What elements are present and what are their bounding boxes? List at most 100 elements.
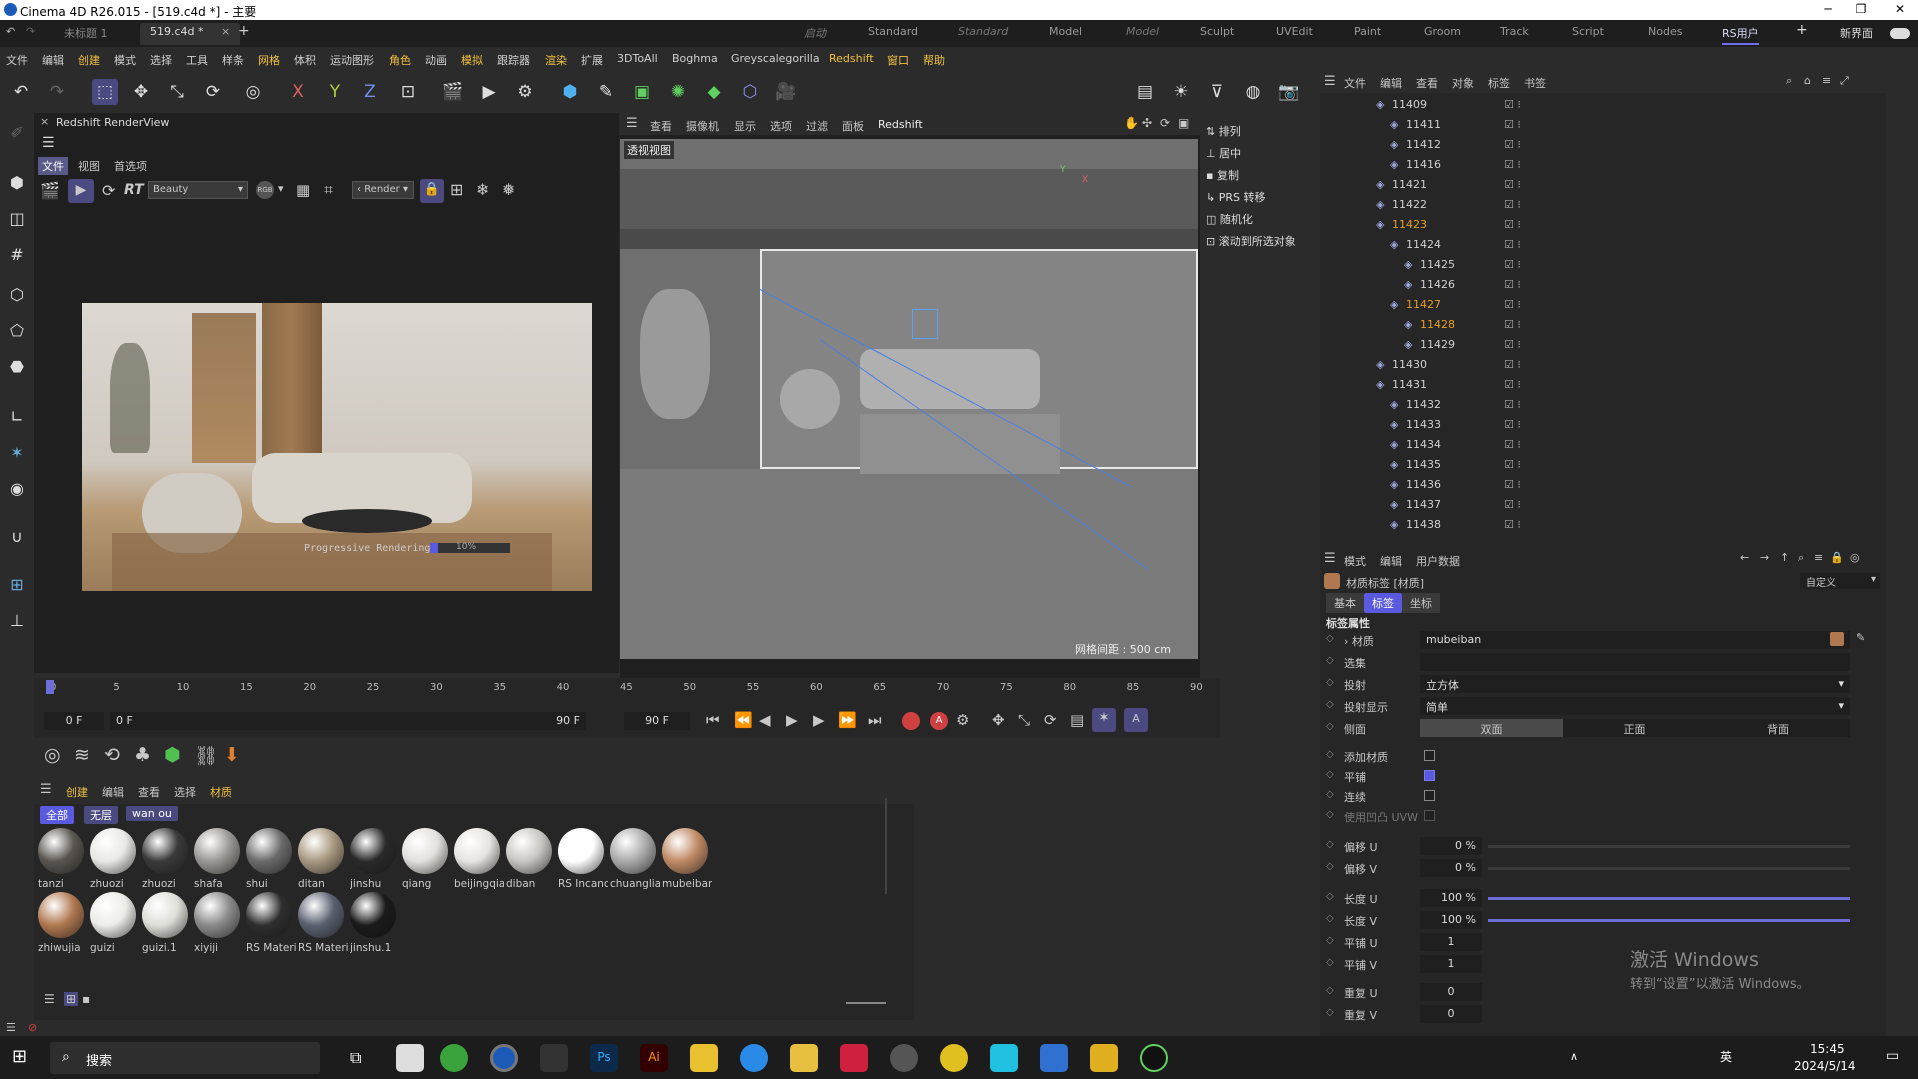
rs-ipr-icon[interactable]: ▤ xyxy=(1132,79,1158,105)
vp-menu-options[interactable]: 选项 xyxy=(770,118,792,134)
dolly-icon[interactable]: ✣ xyxy=(1142,116,1152,130)
visibility-icon[interactable]: ☑ ⁝ xyxy=(1504,518,1521,531)
add-layout-icon[interactable]: + xyxy=(1796,22,1808,38)
material-swatch[interactable]: RS Incande xyxy=(556,826,616,906)
object-row[interactable]: ◈ 11431 ☑ ⁝ xyxy=(1320,375,1886,395)
filter-all[interactable]: 全部 xyxy=(40,806,74,824)
viewport-menu-icon[interactable]: ☰ xyxy=(626,116,638,131)
menu-select[interactable]: 选择 xyxy=(150,52,172,68)
visibility-icon[interactable]: ☑ ⁝ xyxy=(1504,398,1521,411)
move-icon[interactable]: ✥ xyxy=(128,79,154,105)
grid-icon[interactable]: ⊞ xyxy=(450,180,463,199)
object-name[interactable]: 11423 xyxy=(1392,218,1427,231)
pen-icon[interactable]: ✎ xyxy=(593,79,619,105)
deformer-icon[interactable]: ◆ xyxy=(701,79,727,105)
vp-menu-panel[interactable]: 面板 xyxy=(842,118,864,134)
x-axis-icon[interactable]: X xyxy=(285,79,311,105)
visibility-icon[interactable]: ☑ ⁝ xyxy=(1504,418,1521,431)
maximize-view-icon[interactable]: ▣ xyxy=(1178,116,1189,130)
layout-groom[interactable]: Groom xyxy=(1424,25,1461,38)
redo-icon[interactable]: ↷ xyxy=(44,79,70,105)
grid-view-icon[interactable]: ⊞ xyxy=(64,992,79,1006)
edges-mode-icon[interactable]: ⬠ xyxy=(4,317,30,343)
key-position-icon[interactable]: ✥ xyxy=(992,711,1005,729)
expand-icon[interactable]: ⤢ xyxy=(1840,74,1849,88)
visibility-icon[interactable]: ☑ ⁝ xyxy=(1504,98,1521,111)
up-icon[interactable]: ↑ xyxy=(1780,551,1789,564)
attr-tab-basic[interactable]: 基本 xyxy=(1326,593,1364,613)
layout-paint[interactable]: Paint xyxy=(1354,25,1381,38)
material-swatch[interactable]: beijingqiar xyxy=(452,826,512,906)
object-row[interactable]: ◈ 11437 ☑ ⁝ xyxy=(1320,495,1886,515)
object-row[interactable]: ◈ 11412 ☑ ⁝ xyxy=(1320,135,1886,155)
rs-link-icon[interactable]: ⛓ xyxy=(194,744,218,767)
object-name[interactable]: 11427 xyxy=(1406,298,1441,311)
checker-icon[interactable]: ▦ xyxy=(296,181,310,199)
rs-sky-icon[interactable]: ≋ xyxy=(74,744,90,766)
grid-snap-icon[interactable]: ⊞ xyxy=(4,571,30,597)
material-swatch[interactable]: guizi.1 xyxy=(140,890,200,970)
keyframe-settings-icon[interactable]: ⚙ xyxy=(956,711,969,729)
offset-v-field[interactable]: 0 % xyxy=(1420,859,1482,877)
object-row[interactable]: ◈ 11436 ☑ ⁝ xyxy=(1320,475,1886,495)
object-row[interactable]: ◈ 11430 ☑ ⁝ xyxy=(1320,355,1886,375)
orbit-icon[interactable]: ⟳ xyxy=(1160,116,1170,130)
tiles-v-field[interactable]: 1 xyxy=(1420,955,1482,973)
timeline-ruler[interactable]: 051015202530354045505560657075808590 xyxy=(50,682,1203,698)
object-row[interactable]: ◈ 11409 ☑ ⁝ xyxy=(1320,95,1886,115)
prev-frame-icon[interactable]: ◀ xyxy=(759,711,771,729)
visibility-icon[interactable]: ☑ ⁝ xyxy=(1504,478,1521,491)
live-select-icon[interactable]: ⬚ xyxy=(92,79,118,105)
visibility-icon[interactable]: ☑ ⁝ xyxy=(1504,378,1521,391)
am-target-icon[interactable]: ◎ xyxy=(1850,551,1860,564)
render-settings-icon[interactable]: ⚙ xyxy=(512,79,538,105)
rs-gear-icon[interactable]: ⟲ xyxy=(104,744,120,766)
close-panel-icon[interactable]: × xyxy=(40,115,49,128)
menu-redshift[interactable]: Redshift xyxy=(829,52,874,65)
key-param-icon[interactable]: ▤ xyxy=(1070,711,1084,729)
am-menu-edit[interactable]: 编辑 xyxy=(1380,553,1402,569)
object-row[interactable]: ◈ 11423 ☑ ⁝ xyxy=(1320,215,1886,235)
new-tab-icon[interactable]: + xyxy=(238,23,250,39)
object-row[interactable]: ◈ 11434 ☑ ⁝ xyxy=(1320,435,1886,455)
am-filter-icon[interactable]: ≡ xyxy=(1814,551,1823,564)
object-row[interactable]: ◈ 11411 ☑ ⁝ xyxy=(1320,115,1886,135)
om-menu-object[interactable]: 对象 xyxy=(1452,75,1474,91)
browser-app-icon[interactable] xyxy=(440,1044,468,1072)
snowflake-2-icon[interactable]: ❅ xyxy=(502,180,515,199)
field-icon[interactable]: ⬡ xyxy=(737,79,763,105)
menu-animation[interactable]: 动画 xyxy=(425,52,447,68)
clock-time[interactable]: 15:45 xyxy=(1810,1042,1845,1056)
goto-end-icon[interactable]: ⏭ xyxy=(868,711,882,729)
object-row[interactable]: ◈ 11429 ☑ ⁝ xyxy=(1320,335,1886,355)
pan-icon[interactable]: ✋ xyxy=(1124,116,1139,130)
layout-uvedit[interactable]: UVEdit xyxy=(1276,25,1313,38)
material-swatch[interactable]: qiang xyxy=(400,826,460,906)
magnet-icon[interactable]: ∪ xyxy=(4,523,30,549)
workplane-icon[interactable]: # xyxy=(4,241,30,267)
filter-nolayer[interactable]: 无层 xyxy=(84,806,118,824)
large-view-icon[interactable]: ▪ xyxy=(82,992,90,1006)
visibility-icon[interactable]: ☑ ⁝ xyxy=(1504,198,1521,211)
menu-create[interactable]: 创建 xyxy=(78,52,100,68)
object-name[interactable]: 11435 xyxy=(1406,458,1441,471)
visibility-icon[interactable]: ☑ ⁝ xyxy=(1504,278,1521,291)
preset-dropdown[interactable]: 自定义 ▾ xyxy=(1800,573,1880,589)
selection-field[interactable] xyxy=(1420,653,1850,671)
task-view-icon[interactable]: ⧉ xyxy=(350,1048,361,1068)
notes-app-icon[interactable] xyxy=(690,1044,718,1072)
end-frame-field[interactable]: 90 F xyxy=(624,712,690,730)
layout-sculpt[interactable]: Sculpt xyxy=(1200,25,1234,38)
vp-menu-camera[interactable]: 摄像机 xyxy=(686,118,719,134)
recent-tool-icon[interactable]: ◎ xyxy=(240,79,266,105)
object-name[interactable]: 11429 xyxy=(1420,338,1455,351)
tile-checkbox[interactable] xyxy=(1424,770,1435,781)
rv-menu-prefs[interactable]: 首选项 xyxy=(114,158,147,174)
goto-start-icon[interactable]: ⏮ xyxy=(706,711,720,729)
prev-key-icon[interactable]: ⏪ xyxy=(734,711,753,729)
camera-icon[interactable]: 🎥 xyxy=(773,79,799,105)
offset-u-slider[interactable] xyxy=(1488,845,1850,848)
aov-dropdown[interactable]: Beauty ▾ xyxy=(148,181,248,199)
paint-icon[interactable]: ✐ xyxy=(4,119,30,145)
rs-dome-icon[interactable]: ◍ xyxy=(1240,79,1266,105)
